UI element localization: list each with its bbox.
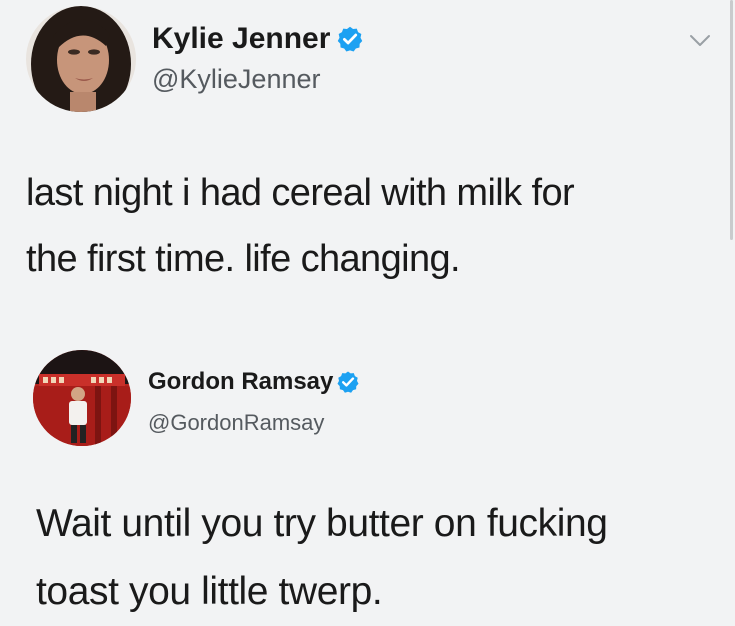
author-handle[interactable]: @KylieJenner: [152, 64, 321, 95]
tweet: Gordon Ramsay @GordonRamsay Wait until y…: [0, 330, 735, 622]
author-handle[interactable]: @GordonRamsay: [148, 410, 324, 436]
tweet-text: Wait until you try butter on fucking toa…: [36, 502, 608, 613]
verified-badge-icon: [336, 25, 364, 53]
avatar[interactable]: [26, 6, 136, 112]
avatar[interactable]: [33, 350, 131, 446]
author-name-row[interactable]: Gordon Ramsay: [148, 368, 360, 396]
author-name-row[interactable]: Kylie Jenner: [152, 22, 364, 56]
chevron-down-icon[interactable]: [689, 34, 711, 48]
tweet-text: last night i had cereal with milk for th…: [26, 172, 575, 280]
avatar-image: [33, 350, 131, 446]
avatar-image: [26, 6, 136, 112]
tweet: Kylie Jenner @KylieJenner last night i h…: [0, 0, 735, 320]
verified-badge-icon: [336, 370, 360, 394]
author-display-name[interactable]: Kylie Jenner: [152, 22, 330, 56]
author-display-name[interactable]: Gordon Ramsay: [148, 368, 333, 396]
